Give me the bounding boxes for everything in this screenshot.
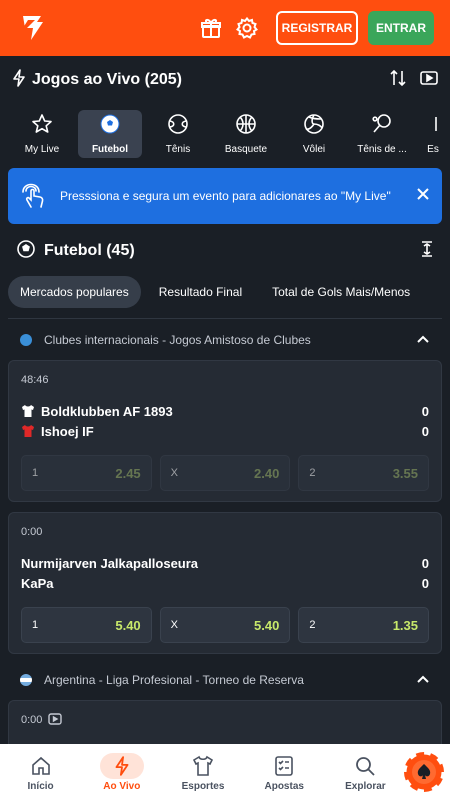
top-bar: REGISTRAR ENTRAR xyxy=(0,0,450,56)
esports-icon xyxy=(422,113,444,140)
lightning-icon xyxy=(99,752,144,779)
tab-my-live[interactable]: My Live xyxy=(10,110,74,158)
table-tennis-icon xyxy=(371,113,393,140)
away-team: KaPa 0 xyxy=(21,573,429,593)
team-score: 0 xyxy=(421,403,429,419)
tab-futebol[interactable]: Futebol xyxy=(78,110,142,158)
nav-explorar[interactable]: Explorar xyxy=(325,744,406,800)
tab-basquete[interactable]: Basquete xyxy=(214,110,278,158)
league-header[interactable]: Argentina - Liga Profesional - Torneo de… xyxy=(8,660,442,700)
tennis-ball-icon xyxy=(167,113,189,140)
volleyball-icon xyxy=(303,113,325,140)
soccer-ball-icon xyxy=(99,113,121,140)
odd-button-home[interactable]: 1 5.40 xyxy=(21,607,152,643)
odds-row: 1 2.45 X 2.40 2 3.55 xyxy=(21,455,430,491)
nav-apostas[interactable]: Apostas xyxy=(244,744,325,800)
gear-icon[interactable] xyxy=(234,15,260,41)
tab-esports[interactable]: Es xyxy=(418,110,448,158)
team-name: Nurmijarven Jalkapalloseura xyxy=(21,555,199,571)
video-icon xyxy=(48,712,63,728)
banner-text: Presssiona e segura um evento para adici… xyxy=(60,189,391,203)
odd-button-draw[interactable]: X 2.40 xyxy=(159,455,291,491)
star-icon xyxy=(31,113,53,140)
odds-row: 1 5.40 X 5.40 2 1.35 xyxy=(21,607,430,643)
brand-logo[interactable] xyxy=(16,10,52,46)
divider xyxy=(8,318,442,319)
video-icon[interactable] xyxy=(420,70,438,91)
globe-icon xyxy=(20,334,32,346)
market-tabs: Mercados populares Resultado Final Total… xyxy=(8,276,450,308)
tab-resultado-final[interactable]: Resultado Final xyxy=(147,276,254,308)
section-title: Futebol (45) xyxy=(44,242,135,259)
home-team: Nurmijarven Jalkapalloseura 0 xyxy=(21,553,429,573)
register-button[interactable]: REGISTRAR xyxy=(276,11,358,45)
team-name: KaPa xyxy=(21,575,54,591)
basketball-icon xyxy=(235,113,257,140)
close-icon[interactable] xyxy=(416,187,430,206)
odd-button-away[interactable]: 2 1.35 xyxy=(298,607,430,643)
soccer-ball-icon xyxy=(16,239,36,264)
tab-tenis[interactable]: Tênis xyxy=(146,110,210,158)
tab-tenis-de-mesa[interactable]: Tênis de ... xyxy=(350,110,414,158)
event-card[interactable]: 0:00 Nurmijarven Jalkapalloseura 0 KaPa … xyxy=(8,512,442,654)
search-icon xyxy=(343,753,387,779)
argentina-flag-icon xyxy=(20,674,32,686)
away-team: Ishoej IF 0 xyxy=(21,421,429,441)
bottom-nav: Início Ao Vivo Esportes Apostas Explorar xyxy=(0,744,450,800)
team-name: Ishoej IF xyxy=(41,423,94,439)
live-header: Jogos ao Vivo (205) xyxy=(0,62,450,98)
team-name: Boldklubben AF 1893 xyxy=(41,403,173,419)
lightning-icon xyxy=(12,68,26,92)
odd-button-draw[interactable]: X 5.40 xyxy=(159,607,291,643)
section-header: Futebol (45) xyxy=(0,234,450,268)
collapse-all-icon[interactable] xyxy=(420,240,434,262)
home-team: Boldklubben AF 1893 0 xyxy=(21,401,429,421)
sports-tabs: My Live Futebol Tênis Basquete Vôlei Tên… xyxy=(0,110,450,162)
league-name: Argentina - Liga Profesional - Torneo de… xyxy=(44,673,304,687)
odd-button-away[interactable]: 2 3.55 xyxy=(298,455,430,491)
tab-volei[interactable]: Vôlei xyxy=(282,110,346,158)
gift-icon[interactable] xyxy=(198,15,224,41)
chevron-up-icon[interactable] xyxy=(416,333,430,347)
league-header[interactable]: Clubes internacionais - Jogos Amistoso d… xyxy=(8,320,442,360)
nav-esportes[interactable]: Esportes xyxy=(162,744,243,800)
league-name: Clubes internacionais - Jogos Amistoso d… xyxy=(44,333,311,347)
event-time: 0:00 xyxy=(21,526,43,538)
casino-chip-icon[interactable] xyxy=(401,749,447,795)
press-hold-icon xyxy=(20,179,48,214)
nav-inicio[interactable]: Início xyxy=(0,744,81,800)
shirt-icon xyxy=(21,404,35,418)
team-score: 0 xyxy=(421,575,429,591)
live-title: Jogos ao Vivo (205) xyxy=(32,71,182,88)
enter-button[interactable]: ENTRAR xyxy=(368,11,434,45)
sort-icon[interactable] xyxy=(390,69,406,92)
event-time: 48:46 xyxy=(21,374,49,386)
event-time-row: 0:00 xyxy=(21,712,429,728)
my-live-info-banner: Presssiona e segura um evento para adici… xyxy=(8,168,442,224)
nav-ao-vivo[interactable]: Ao Vivo xyxy=(81,744,162,800)
team-score: 0 xyxy=(421,555,429,571)
team-score: 0 xyxy=(421,423,429,439)
betslip-icon xyxy=(262,753,306,779)
shirt-icon xyxy=(21,424,35,438)
home-icon xyxy=(19,753,63,779)
event-card[interactable]: 48:46 Boldklubben AF 1893 0 Ishoej IF 0 … xyxy=(8,360,442,502)
odd-button-home[interactable]: 1 2.45 xyxy=(21,455,152,491)
chevron-up-icon[interactable] xyxy=(416,673,430,687)
tab-mercados-populares[interactable]: Mercados populares xyxy=(8,276,141,308)
tab-total-de-gols[interactable]: Total de Gols Mais/Menos xyxy=(260,276,422,308)
event-time: 0:00 xyxy=(21,714,43,726)
shirt-icon xyxy=(181,753,225,779)
